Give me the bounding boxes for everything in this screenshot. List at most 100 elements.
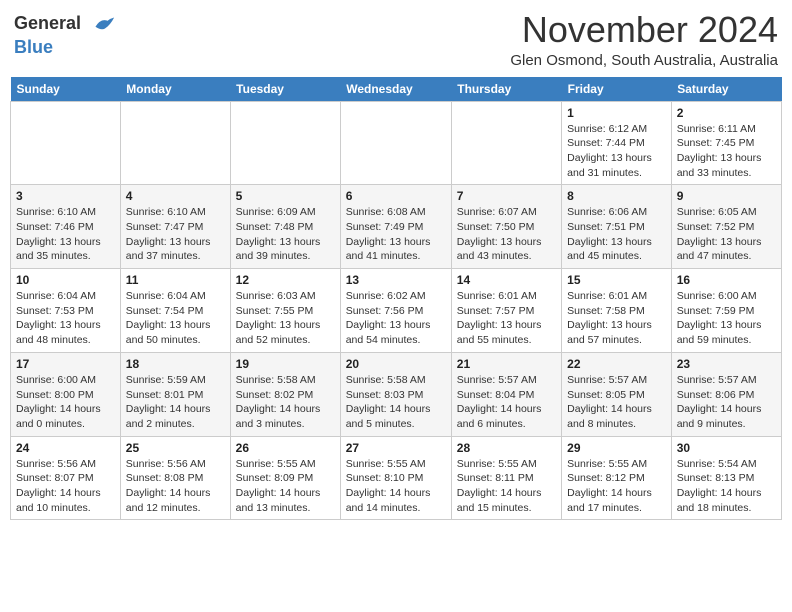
daylight-hours: Daylight: 13 hours and 45 minutes. bbox=[567, 236, 652, 263]
day-info: Sunrise: 5:55 AMSunset: 8:09 PMDaylight:… bbox=[236, 457, 335, 516]
day-info: Sunrise: 6:09 AMSunset: 7:48 PMDaylight:… bbox=[236, 205, 335, 264]
calendar-cell bbox=[340, 101, 451, 185]
day-info: Sunrise: 6:00 AMSunset: 7:59 PMDaylight:… bbox=[677, 289, 776, 348]
day-number: 29 bbox=[567, 441, 666, 455]
page-header: General Blue November 2024 Glen Osmond, … bbox=[10, 10, 782, 69]
day-number: 2 bbox=[677, 106, 776, 120]
day-number: 8 bbox=[567, 189, 666, 203]
day-info: Sunrise: 5:55 AMSunset: 8:12 PMDaylight:… bbox=[567, 457, 666, 516]
calendar-cell: 18 Sunrise: 5:59 AMSunset: 8:01 PMDayligh… bbox=[120, 352, 230, 436]
calendar-week-row: 17Sunrise: 6:00 AMSunset: 8:00 PMDayligh… bbox=[11, 352, 782, 436]
calendar-cell: 30 Sunrise: 5:54 AMSunset: 8:13 PMDayligh… bbox=[671, 436, 781, 520]
day-number: 16 bbox=[677, 273, 776, 287]
calendar-cell: 10Sunrise: 6:04 AMSunset: 7:53 PMDayligh… bbox=[11, 269, 121, 353]
daylight-hours: Daylight: 13 hours and 52 minutes. bbox=[236, 319, 321, 346]
day-info: Sunrise: 6:02 AMSunset: 7:56 PMDaylight:… bbox=[346, 289, 446, 348]
day-number: 24 bbox=[16, 441, 115, 455]
daylight-hours: Daylight: 13 hours and 35 minutes. bbox=[16, 236, 101, 263]
daylight-hours: Daylight: 14 hours and 14 minutes. bbox=[346, 487, 431, 514]
weekday-header-saturday: Saturday bbox=[671, 77, 781, 102]
day-info: Sunrise: 6:05 AMSunset: 7:52 PMDaylight:… bbox=[677, 205, 776, 264]
day-info: Sunrise: 5:58 AMSunset: 8:03 PMDaylight:… bbox=[346, 373, 446, 432]
day-number: 26 bbox=[236, 441, 335, 455]
calendar-cell: 14 Sunrise: 6:01 AMSunset: 7:57 PMDayligh… bbox=[451, 269, 561, 353]
calendar-cell: 6Sunrise: 6:08 AMSunset: 7:49 PMDaylight… bbox=[340, 185, 451, 269]
day-info: Sunrise: 5:57 AMSunset: 8:04 PMDaylight:… bbox=[457, 373, 556, 432]
day-info: Sunrise: 6:07 AMSunset: 7:50 PMDaylight:… bbox=[457, 205, 556, 264]
calendar-cell: 5 Sunrise: 6:09 AMSunset: 7:48 PMDaylight… bbox=[230, 185, 340, 269]
calendar-cell: 16 Sunrise: 6:00 AMSunset: 7:59 PMDayligh… bbox=[671, 269, 781, 353]
weekday-header-tuesday: Tuesday bbox=[230, 77, 340, 102]
calendar-week-row: 10Sunrise: 6:04 AMSunset: 7:53 PMDayligh… bbox=[11, 269, 782, 353]
day-number: 7 bbox=[457, 189, 556, 203]
month-title: November 2024 bbox=[510, 10, 778, 50]
calendar-cell bbox=[451, 101, 561, 185]
calendar-cell: 7 Sunrise: 6:07 AMSunset: 7:50 PMDaylight… bbox=[451, 185, 561, 269]
day-number: 5 bbox=[236, 189, 335, 203]
weekday-header-wednesday: Wednesday bbox=[340, 77, 451, 102]
day-number: 18 bbox=[126, 357, 225, 371]
calendar-cell: 13 Sunrise: 6:02 AMSunset: 7:56 PMDayligh… bbox=[340, 269, 451, 353]
daylight-hours: Daylight: 13 hours and 33 minutes. bbox=[677, 152, 762, 179]
daylight-hours: Daylight: 13 hours and 43 minutes. bbox=[457, 236, 542, 263]
day-info: Sunrise: 6:01 AMSunset: 7:58 PMDaylight:… bbox=[567, 289, 666, 348]
calendar-cell: 24 Sunrise: 5:56 AMSunset: 8:07 PMDayligh… bbox=[11, 436, 121, 520]
day-number: 11 bbox=[126, 273, 225, 287]
day-info: Sunrise: 5:57 AMSunset: 8:05 PMDaylight:… bbox=[567, 373, 666, 432]
day-info: Sunrise: 5:58 AMSunset: 8:02 PMDaylight:… bbox=[236, 373, 335, 432]
calendar-cell: 3 Sunrise: 6:10 AMSunset: 7:46 PMDaylight… bbox=[11, 185, 121, 269]
daylight-hours: Daylight: 13 hours and 59 minutes. bbox=[677, 319, 762, 346]
logo: General Blue bbox=[14, 10, 116, 58]
calendar-cell: 25Sunrise: 5:56 AMSunset: 8:08 PMDayligh… bbox=[120, 436, 230, 520]
day-number: 30 bbox=[677, 441, 776, 455]
daylight-hours: Daylight: 13 hours and 39 minutes. bbox=[236, 236, 321, 263]
day-number: 20 bbox=[346, 357, 446, 371]
logo-bird-icon bbox=[88, 10, 116, 38]
day-info: Sunrise: 5:54 AMSunset: 8:13 PMDaylight:… bbox=[677, 457, 776, 516]
daylight-hours: Daylight: 13 hours and 57 minutes. bbox=[567, 319, 652, 346]
day-info: Sunrise: 6:10 AMSunset: 7:46 PMDaylight:… bbox=[16, 205, 115, 264]
day-info: Sunrise: 6:01 AMSunset: 7:57 PMDaylight:… bbox=[457, 289, 556, 348]
daylight-hours: Daylight: 13 hours and 37 minutes. bbox=[126, 236, 211, 263]
calendar-cell: 11Sunrise: 6:04 AMSunset: 7:54 PMDayligh… bbox=[120, 269, 230, 353]
day-number: 12 bbox=[236, 273, 335, 287]
day-info: Sunrise: 6:12 AMSunset: 7:44 PMDaylight:… bbox=[567, 122, 666, 181]
day-info: Sunrise: 6:03 AMSunset: 7:55 PMDaylight:… bbox=[236, 289, 335, 348]
day-info: Sunrise: 5:57 AMSunset: 8:06 PMDaylight:… bbox=[677, 373, 776, 432]
day-number: 10 bbox=[16, 273, 115, 287]
day-number: 27 bbox=[346, 441, 446, 455]
calendar-cell: 27Sunrise: 5:55 AMSunset: 8:10 PMDayligh… bbox=[340, 436, 451, 520]
day-info: Sunrise: 5:59 AMSunset: 8:01 PMDaylight:… bbox=[126, 373, 225, 432]
day-number: 14 bbox=[457, 273, 556, 287]
weekday-header-row: SundayMondayTuesdayWednesdayThursdayFrid… bbox=[11, 77, 782, 102]
daylight-hours: Daylight: 13 hours and 54 minutes. bbox=[346, 319, 431, 346]
calendar-cell: 22Sunrise: 5:57 AMSunset: 8:05 PMDayligh… bbox=[562, 352, 672, 436]
day-info: Sunrise: 5:56 AMSunset: 8:07 PMDaylight:… bbox=[16, 457, 115, 516]
day-info: Sunrise: 5:56 AMSunset: 8:08 PMDaylight:… bbox=[126, 457, 225, 516]
location-subtitle: Glen Osmond, South Australia, Australia bbox=[510, 52, 778, 69]
day-number: 15 bbox=[567, 273, 666, 287]
calendar-week-row: 3 Sunrise: 6:10 AMSunset: 7:46 PMDaylight… bbox=[11, 185, 782, 269]
day-number: 17 bbox=[16, 357, 115, 371]
calendar-cell: 21Sunrise: 5:57 AMSunset: 8:04 PMDayligh… bbox=[451, 352, 561, 436]
day-info: Sunrise: 6:10 AMSunset: 7:47 PMDaylight:… bbox=[126, 205, 225, 264]
day-number: 3 bbox=[16, 189, 115, 203]
daylight-hours: Daylight: 14 hours and 9 minutes. bbox=[677, 403, 762, 430]
day-number: 13 bbox=[346, 273, 446, 287]
day-number: 19 bbox=[236, 357, 335, 371]
calendar-cell: 28Sunrise: 5:55 AMSunset: 8:11 PMDayligh… bbox=[451, 436, 561, 520]
day-info: Sunrise: 5:55 AMSunset: 8:11 PMDaylight:… bbox=[457, 457, 556, 516]
daylight-hours: Daylight: 14 hours and 15 minutes. bbox=[457, 487, 542, 514]
weekday-header-sunday: Sunday bbox=[11, 77, 121, 102]
calendar-cell: 19 Sunrise: 5:58 AMSunset: 8:02 PMDayligh… bbox=[230, 352, 340, 436]
daylight-hours: Daylight: 13 hours and 41 minutes. bbox=[346, 236, 431, 263]
calendar-cell: 1Sunrise: 6:12 AMSunset: 7:44 PMDaylight… bbox=[562, 101, 672, 185]
daylight-hours: Daylight: 14 hours and 3 minutes. bbox=[236, 403, 321, 430]
daylight-hours: Daylight: 13 hours and 31 minutes. bbox=[567, 152, 652, 179]
calendar-cell: 17Sunrise: 6:00 AMSunset: 8:00 PMDayligh… bbox=[11, 352, 121, 436]
daylight-hours: Daylight: 13 hours and 55 minutes. bbox=[457, 319, 542, 346]
calendar-week-row: 24 Sunrise: 5:56 AMSunset: 8:07 PMDayligh… bbox=[11, 436, 782, 520]
calendar-cell: 9Sunrise: 6:05 AMSunset: 7:52 PMDaylight… bbox=[671, 185, 781, 269]
calendar-cell: 8Sunrise: 6:06 AMSunset: 7:51 PMDaylight… bbox=[562, 185, 672, 269]
calendar-cell: 20 Sunrise: 5:58 AMSunset: 8:03 PMDayligh… bbox=[340, 352, 451, 436]
